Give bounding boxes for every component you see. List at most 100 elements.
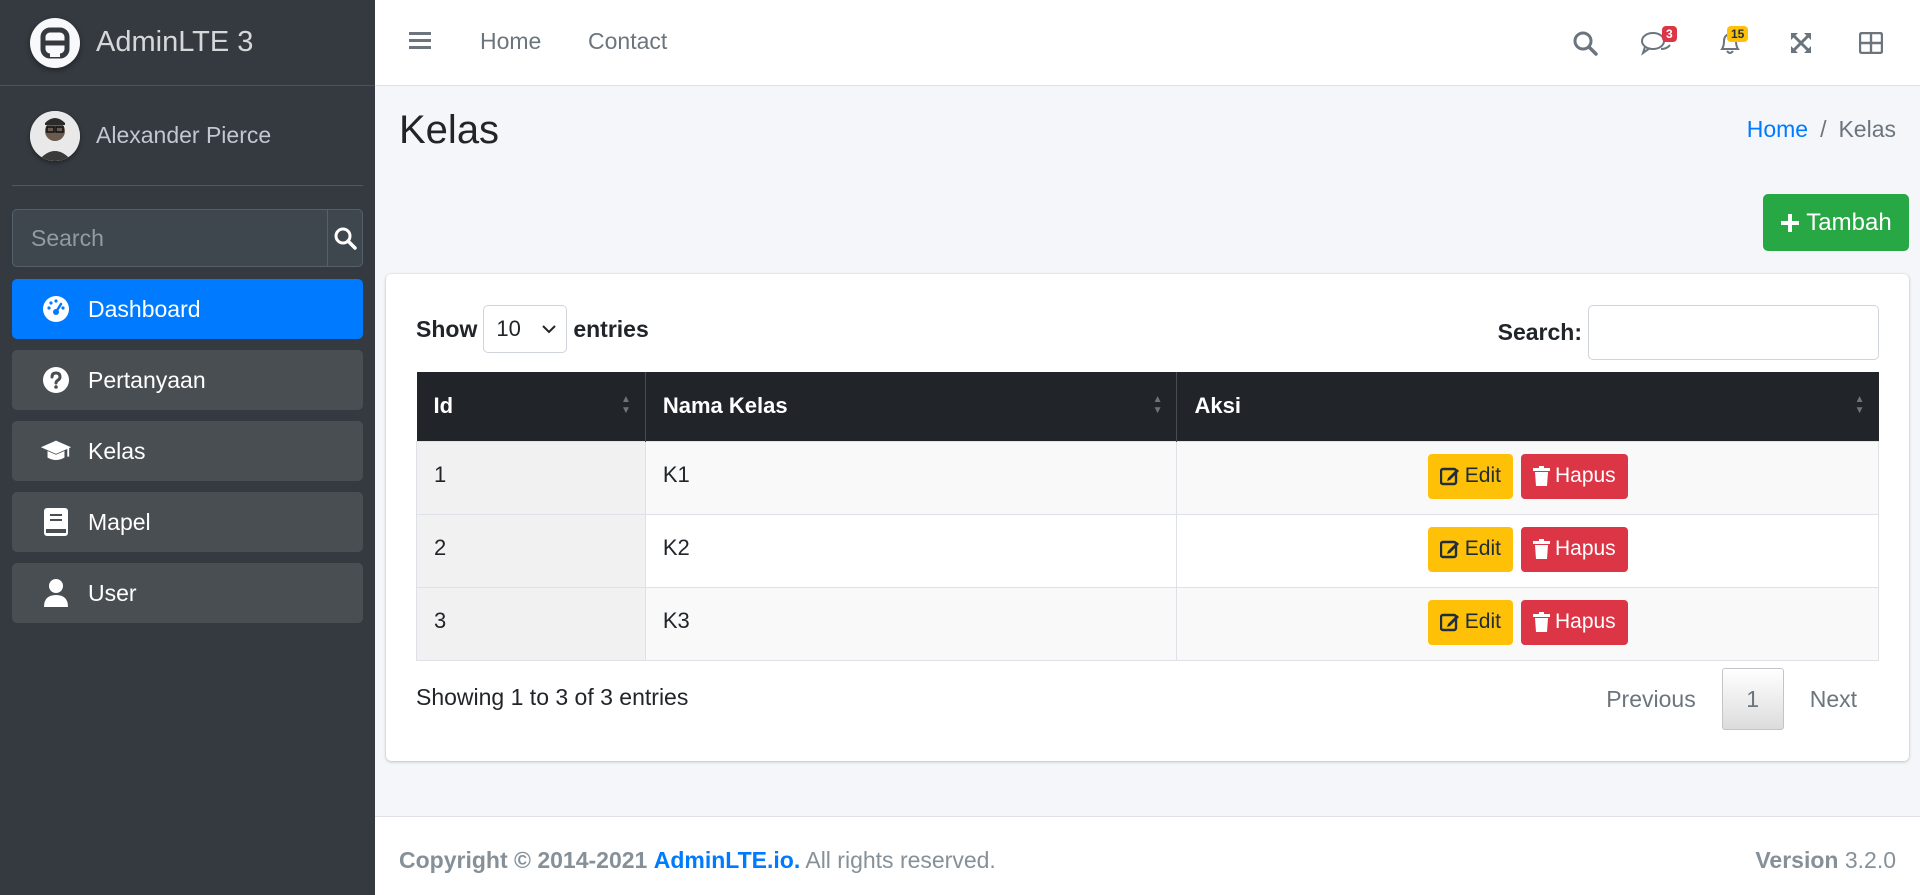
user-icon [40,577,72,609]
sort-icon: ▲ ▼ [1152,394,1163,416]
sidebar-search-input[interactable] [12,209,327,267]
user-panel[interactable]: Alexander Pierce [12,86,363,186]
cell-actions: Edit Hapus [1176,513,1879,588]
th-large-icon [1859,32,1883,54]
brand-text: AdminLTE 3 [96,26,254,58]
cell-nama-kelas: K1 [644,440,1178,515]
data-card: Show 10 entries Search: Id ▲ ▼ Nama Kelas ▲… [386,274,1909,761]
footer-version: Version 3.2.0 [1755,847,1896,874]
messages-button[interactable]: 3 [1640,26,1677,60]
column-header-id[interactable]: Id ▲ ▼ [416,372,646,441]
breadcrumb-current: Kelas [1838,116,1896,142]
sidebar-item-label: Kelas [88,437,146,464]
table-info: Showing 1 to 3 of 3 entries [416,684,689,710]
plus-icon [1781,213,1800,232]
breadcrumb-home-link[interactable]: Home [1747,116,1808,143]
notifications-button[interactable]: 15 [1713,26,1749,60]
bars-icon [409,32,431,49]
edit-button[interactable]: Edit [1427,526,1513,572]
pagination-page-1[interactable]: 1 [1721,668,1784,730]
graduation-cap-icon [40,435,72,467]
breadcrumb: Home / Kelas [1747,116,1896,143]
adminlte-logo-icon [30,17,80,68]
page-title: Kelas [399,108,500,152]
sidebar-item-pertanyaan[interactable]: Pertanyaan [12,350,363,410]
brand-link[interactable]: AdminLTE 3 [0,0,375,86]
table-search-label: Search: [1497,319,1582,345]
pagination: Previous 1 Next [1606,668,1879,730]
search-icon [334,227,357,250]
column-header-aksi[interactable]: Aksi ▲ ▼ [1176,372,1879,441]
version-label: Version [1755,847,1839,873]
chevron-down-icon [542,325,557,334]
length-control: Show 10 entries [416,305,649,353]
pagination-previous[interactable]: Previous [1606,686,1695,713]
copyright-text: Copyright © 2014-2021 [399,847,648,873]
version-number: 3.2.0 [1844,847,1896,873]
nav-link-contact[interactable]: Contact [588,28,667,55]
table-row: 1 K1 Edit Hapus [416,440,1879,515]
delete-button[interactable]: Hapus [1520,453,1628,499]
entries-label: entries [573,315,649,342]
book-icon [40,506,72,538]
main-sidebar: AdminLTE 3 Alexander Pierce Search Dashb… [0,0,375,895]
cell-id: 3 [416,586,646,661]
cell-actions: Edit Hapus [1176,440,1879,515]
question-circle-icon [40,364,72,396]
table-search: Search: [1498,305,1879,360]
table-row: 2 K2 Edit Hapus [416,513,1879,588]
table-header-row: Id ▲ ▼ Nama Kelas ▲ ▼ Aksi ▲ ▼ [416,372,1879,441]
entries-length-select[interactable]: 10 [483,305,568,353]
breadcrumb-separator: / [1820,116,1827,142]
add-button-label: Tambah [1806,208,1892,236]
sidebar-item-user[interactable]: User [12,563,363,623]
sidebar-item-dashboard[interactable]: Dashboard [12,279,363,339]
kelas-table: Id ▲ ▼ Nama Kelas ▲ ▼ Aksi ▲ ▼ 1 K1 Edit Hapus [416,372,1879,661]
table-row: 3 K3 Edit Hapus [416,586,1879,661]
notifications-badge: 15 [1727,26,1749,42]
cell-actions: Edit Hapus [1176,586,1879,661]
nav-link-home[interactable]: Home [480,28,541,55]
sidebar-item-label: Mapel [88,508,151,535]
fullscreen-button[interactable] [1784,26,1818,60]
user-name[interactable]: Alexander Pierce [96,122,271,149]
delete-button[interactable]: Hapus [1520,599,1628,645]
entries-length-value: 10 [496,316,521,341]
footer-brand-link[interactable]: AdminLTE.io. [654,847,801,873]
cell-id: 1 [416,440,646,515]
rights-text: All rights reserved. [805,847,996,873]
footer-copyright: Copyright © 2014-2021 AdminLTE.io. All r… [399,847,996,874]
menu-toggle-button[interactable] [409,30,433,57]
cell-nama-kelas: K2 [644,513,1178,588]
table-search-input[interactable] [1588,305,1879,360]
column-header-nama-kelas[interactable]: Nama Kelas ▲ ▼ [645,372,1178,441]
edit-button[interactable]: Edit [1427,599,1513,645]
sidebar-item-label: Dashboard [88,295,201,322]
navbar-search-button[interactable] [1568,26,1602,60]
cell-id: 2 [416,513,646,588]
sidebar-item-kelas[interactable]: Kelas [12,421,363,481]
sidebar-search-button[interactable] [327,209,363,267]
pagination-next[interactable]: Next [1810,686,1857,713]
edit-icon [1439,467,1459,486]
messages-badge: 3 [1662,26,1677,42]
sidebar-item-label: User [88,579,137,606]
edit-icon [1439,540,1459,559]
edit-icon [1439,613,1459,632]
edit-button[interactable]: Edit [1427,453,1513,499]
tachometer-icon [40,293,72,325]
expand-arrows-icon [1791,33,1811,53]
avatar[interactable] [30,110,80,161]
sidebar-item-mapel[interactable]: Mapel [12,492,363,552]
control-sidebar-button[interactable] [1854,26,1888,60]
add-button[interactable]: Tambah [1763,194,1909,251]
delete-button[interactable]: Hapus [1520,526,1628,572]
trash-icon [1532,539,1550,559]
sidebar-search [12,209,363,267]
sidebar-nav: Dashboard Pertanyaan Kelas Mapel User [12,279,363,634]
search-icon [1573,31,1598,56]
show-label: Show [416,315,478,342]
main-footer: Copyright © 2014-2021 AdminLTE.io. All r… [375,816,1920,895]
top-navbar: Home Contact 3 15 [375,0,1920,86]
trash-icon [1532,612,1550,632]
